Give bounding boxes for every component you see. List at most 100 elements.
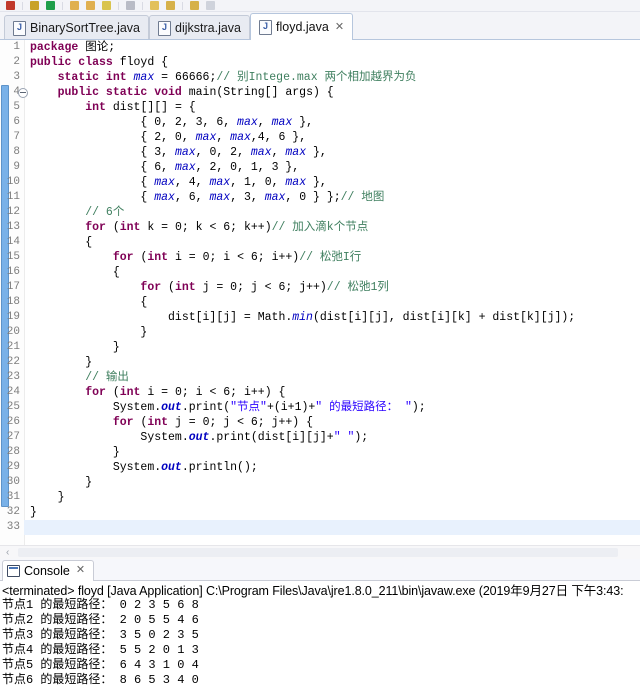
code-line[interactable]: 30 } xyxy=(0,475,640,490)
scroll-left-icon[interactable]: ‹ xyxy=(6,547,9,558)
code-line[interactable]: 18 { xyxy=(0,295,640,310)
code-line[interactable]: 25 System.out.print("节点"+(i+1)+" 的最短路径： … xyxy=(0,400,640,415)
code-text[interactable]: { max, 6, max, 3, max, 0 } };// 地图 xyxy=(24,190,384,205)
code-text[interactable]: } xyxy=(24,505,37,520)
scrollbar-thumb[interactable] xyxy=(18,547,618,557)
tab-console[interactable]: Console ✕ xyxy=(2,559,95,582)
forward-icon[interactable] xyxy=(190,1,199,10)
code-text[interactable]: { 2, 0, max, max,4, 6 }, xyxy=(24,130,306,145)
line-number: 14 xyxy=(6,236,20,248)
editor-tab-dijkstra-java[interactable]: dijkstra.java xyxy=(149,15,250,40)
code-line[interactable]: 5 int dist[][] = { xyxy=(0,100,640,115)
code-text[interactable]: package 图论; xyxy=(24,40,115,55)
code-line[interactable]: 12 // 6个 xyxy=(0,205,640,220)
debug-icon[interactable] xyxy=(126,1,135,10)
code-line[interactable]: 9 { 6, max, 2, 0, 1, 3 }, xyxy=(0,160,640,175)
code-line[interactable]: 15 for (int i = 0; i < 6; i++)// 松弛I行 xyxy=(0,250,640,265)
code-line[interactable]: 11 { max, 6, max, 3, max, 0 } };// 地图 xyxy=(0,190,640,205)
code-text[interactable]: for (int j = 0; j < 6; j++) { xyxy=(24,415,313,430)
code-text[interactable]: static int max = 66666;// 别Intege.max 两个… xyxy=(24,70,417,85)
code-line[interactable]: 4 public static void main(String[] args)… xyxy=(0,85,640,100)
stop-icon[interactable] xyxy=(6,1,15,10)
code-text[interactable]: { 0, 2, 3, 6, max, max }, xyxy=(24,115,313,130)
code-line[interactable]: 7 { 2, 0, max, max,4, 6 }, xyxy=(0,130,640,145)
line-number: 22 xyxy=(6,356,20,368)
code-text[interactable]: } xyxy=(24,355,92,370)
code-line[interactable]: 33 xyxy=(0,520,640,535)
back-icon[interactable] xyxy=(166,1,175,10)
code-line[interactable]: 21 } xyxy=(0,340,640,355)
code-text[interactable]: for (int i = 0; i < 6; i++)// 松弛I行 xyxy=(24,250,361,265)
code-line[interactable]: 24 for (int i = 0; i < 6; i++) { xyxy=(0,385,640,400)
line-number: 11 xyxy=(6,191,20,203)
code-text[interactable]: { 3, max, 0, 2, max, max }, xyxy=(24,145,326,160)
toolbar-separator xyxy=(182,1,183,10)
code-text[interactable]: { xyxy=(24,235,92,250)
editor-horizontal-scrollbar[interactable]: ‹ xyxy=(0,544,640,559)
main-toolbar xyxy=(0,0,640,12)
open-folder-icon[interactable] xyxy=(70,1,79,10)
code-text[interactable]: } xyxy=(24,445,120,460)
code-line[interactable]: 31 } xyxy=(0,490,640,505)
code-line[interactable]: 26 for (int j = 0; j < 6; j++) { xyxy=(0,415,640,430)
code-line[interactable]: 10 { max, 4, max, 1, 0, max }, xyxy=(0,175,640,190)
code-lines[interactable]: 1 package 图论; 2 public class floyd {3 stati… xyxy=(0,40,640,535)
code-line[interactable]: 6 { 0, 2, 3, 6, max, max }, xyxy=(0,115,640,130)
eclipse-window: BinarySortTree.java dijkstra.java floyd.ja… xyxy=(0,0,640,688)
code-editor[interactable]: 1 package 图论; 2 public class floyd {3 stati… xyxy=(0,40,640,559)
fold-collapse-icon[interactable] xyxy=(18,88,28,98)
code-text[interactable]: System.out.print("节点"+(i+1)+" 的最短路径： "); xyxy=(24,400,426,415)
code-line[interactable]: 27 System.out.print(dist[i][j]+" "); xyxy=(0,430,640,445)
code-text[interactable]: // 6个 xyxy=(24,205,124,220)
close-icon[interactable]: ✕ xyxy=(335,21,344,33)
code-text[interactable]: System.out.print(dist[i][j]+" "); xyxy=(24,430,368,445)
search-icon[interactable] xyxy=(102,1,111,10)
code-line[interactable]: 19 dist[i][j] = Math.min(dist[i][j], dis… xyxy=(0,310,640,325)
code-line[interactable]: 22 } xyxy=(0,355,640,370)
editor-tab-floyd-java[interactable]: floyd.java ✕ xyxy=(250,13,354,41)
code-text[interactable]: { xyxy=(24,295,147,310)
code-text[interactable]: for (int i = 0; i < 6; i++) { xyxy=(24,385,285,400)
code-text[interactable]: } xyxy=(24,325,147,340)
run-icon[interactable] xyxy=(46,1,55,10)
close-icon[interactable]: ✕ xyxy=(76,565,85,576)
code-line[interactable]: 1 package 图论; xyxy=(0,40,640,55)
editor-tab-label: BinarySortTree.java xyxy=(30,21,140,35)
save-icon[interactable] xyxy=(30,1,39,10)
code-line[interactable]: 29 System.out.println(); xyxy=(0,460,640,475)
code-text[interactable]: } xyxy=(24,490,65,505)
code-line[interactable]: 14 { xyxy=(0,235,640,250)
code-text[interactable]: { 6, max, 2, 0, 1, 3 }, xyxy=(24,160,299,175)
code-text[interactable]: { max, 4, max, 1, 0, max }, xyxy=(24,175,326,190)
code-text[interactable]: public static void main(String[] args) { xyxy=(24,85,334,100)
code-text[interactable]: System.out.println(); xyxy=(24,460,258,475)
code-line[interactable]: 23 // 输出 xyxy=(0,370,640,385)
code-line[interactable]: 3 static int max = 66666;// 别Intege.max … xyxy=(0,70,640,85)
code-text[interactable]: // 输出 xyxy=(24,370,129,385)
editor-tab-binarysorttree-java[interactable]: BinarySortTree.java xyxy=(4,15,149,40)
code-text[interactable]: } xyxy=(24,475,92,490)
folder-icon[interactable] xyxy=(86,1,95,10)
code-text[interactable]: for (int j = 0; j < 6; j++)// 松弛1列 xyxy=(24,280,388,295)
code-line[interactable]: 13 for (int k = 0; k < 6; k++)// 加入滴k个节点 xyxy=(0,220,640,235)
code-line[interactable]: 2 public class floyd { xyxy=(0,55,640,70)
new-java-icon[interactable] xyxy=(150,1,159,10)
code-line[interactable]: 32} xyxy=(0,505,640,520)
code-text[interactable]: dist[i][j] = Math.min(dist[i][j], dist[i… xyxy=(24,310,575,325)
code-area[interactable]: 1 package 图论; 2 public class floyd {3 stati… xyxy=(0,40,640,545)
code-line[interactable]: 8 { 3, max, 0, 2, max, max }, xyxy=(0,145,640,160)
code-line[interactable]: 20 } xyxy=(0,325,640,340)
code-text[interactable] xyxy=(24,520,30,535)
more-icon[interactable] xyxy=(206,1,215,10)
line-number: 30 xyxy=(6,476,20,488)
code-text[interactable]: int dist[][] = { xyxy=(24,100,195,115)
code-text[interactable]: { xyxy=(24,265,120,280)
code-line[interactable]: 16 { xyxy=(0,265,640,280)
console-output[interactable]: <terminated> floyd [Java Application] C:… xyxy=(0,580,640,688)
code-text[interactable]: for (int k = 0; k < 6; k++)// 加入滴k个节点 xyxy=(24,220,368,235)
code-line[interactable]: 17 for (int j = 0; j < 6; j++)// 松弛1列 xyxy=(0,280,640,295)
code-text[interactable]: } xyxy=(24,340,120,355)
code-text[interactable]: public class floyd { xyxy=(24,55,168,70)
code-line[interactable]: 28 } xyxy=(0,445,640,460)
line-number: 31 xyxy=(6,491,20,503)
